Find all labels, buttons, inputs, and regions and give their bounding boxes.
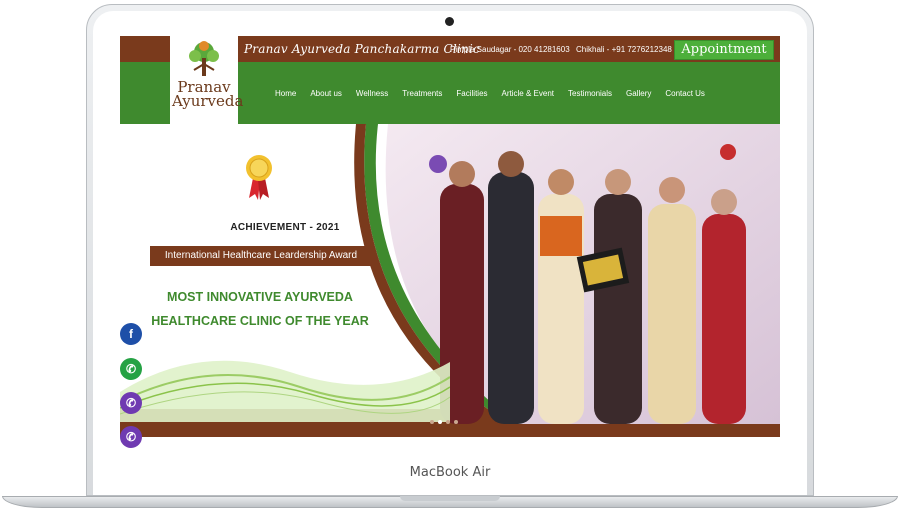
nav-gallery[interactable]: Gallery: [626, 89, 651, 98]
nav-contact-us[interactable]: Contact Us: [665, 89, 705, 98]
viber-icon[interactable]: ✆: [120, 392, 142, 414]
site-logo[interactable]: Pranav Ayurveda: [170, 36, 244, 124]
slider-pagination: [430, 420, 458, 424]
appointment-button[interactable]: Appointment: [674, 40, 774, 60]
nav-home[interactable]: Home: [275, 89, 296, 98]
phone-pimple-saudagar[interactable]: Pimple Saudagar - 020 41281603: [450, 45, 570, 54]
nav-testimonials[interactable]: Testimonials: [568, 89, 612, 98]
hero-slider[interactable]: ACHIEVEMENT - 2021 International Healthc…: [120, 124, 780, 449]
headline-line1: MOST INNOVATIVE AYURVEDA: [167, 290, 353, 304]
slider-dot[interactable]: [430, 420, 434, 424]
nav-article-event[interactable]: Article & Event: [502, 89, 554, 98]
award-banner: International Healthcare Leardership Awa…: [150, 246, 372, 266]
achievement-title: ACHIEVEMENT - 2021: [230, 222, 340, 233]
nav-about-us[interactable]: About us: [310, 89, 342, 98]
whatsapp-icon[interactable]: ✆: [120, 358, 142, 380]
logo-line2: Ayurveda: [172, 92, 244, 110]
clinic-name: Pranav Ayurveda Panchakarma Clinic: [244, 42, 480, 56]
laptop-screen: Pranav Ayurveda Pranav Ayurveda Panchaka…: [120, 36, 780, 449]
slider-dot[interactable]: [454, 420, 458, 424]
phone-chikhali[interactable]: Chikhali - +91 7276212348: [576, 45, 672, 54]
nav-wellness[interactable]: Wellness: [356, 89, 388, 98]
camera-icon: [445, 17, 454, 26]
main-menu: Home About us Wellness Treatments Facili…: [275, 89, 719, 98]
slider-dot-active[interactable]: [438, 420, 442, 424]
headline-line2: HEALTHCARE CLINIC OF THE YEAR: [151, 314, 369, 328]
award-medal-icon: [246, 155, 272, 200]
nav-treatments[interactable]: Treatments: [402, 89, 442, 98]
viber-icon-2[interactable]: ✆: [120, 426, 142, 448]
facebook-icon[interactable]: f: [120, 323, 142, 345]
logo-text: Pranav Ayurveda: [172, 80, 244, 110]
tree-logo-icon: [189, 41, 219, 76]
green-wave-decoration: [120, 360, 450, 422]
laptop-notch: [400, 496, 500, 501]
slider-dot[interactable]: [446, 420, 450, 424]
device-label: MacBook Air: [409, 465, 491, 480]
nav-facilities[interactable]: Facilities: [456, 89, 487, 98]
